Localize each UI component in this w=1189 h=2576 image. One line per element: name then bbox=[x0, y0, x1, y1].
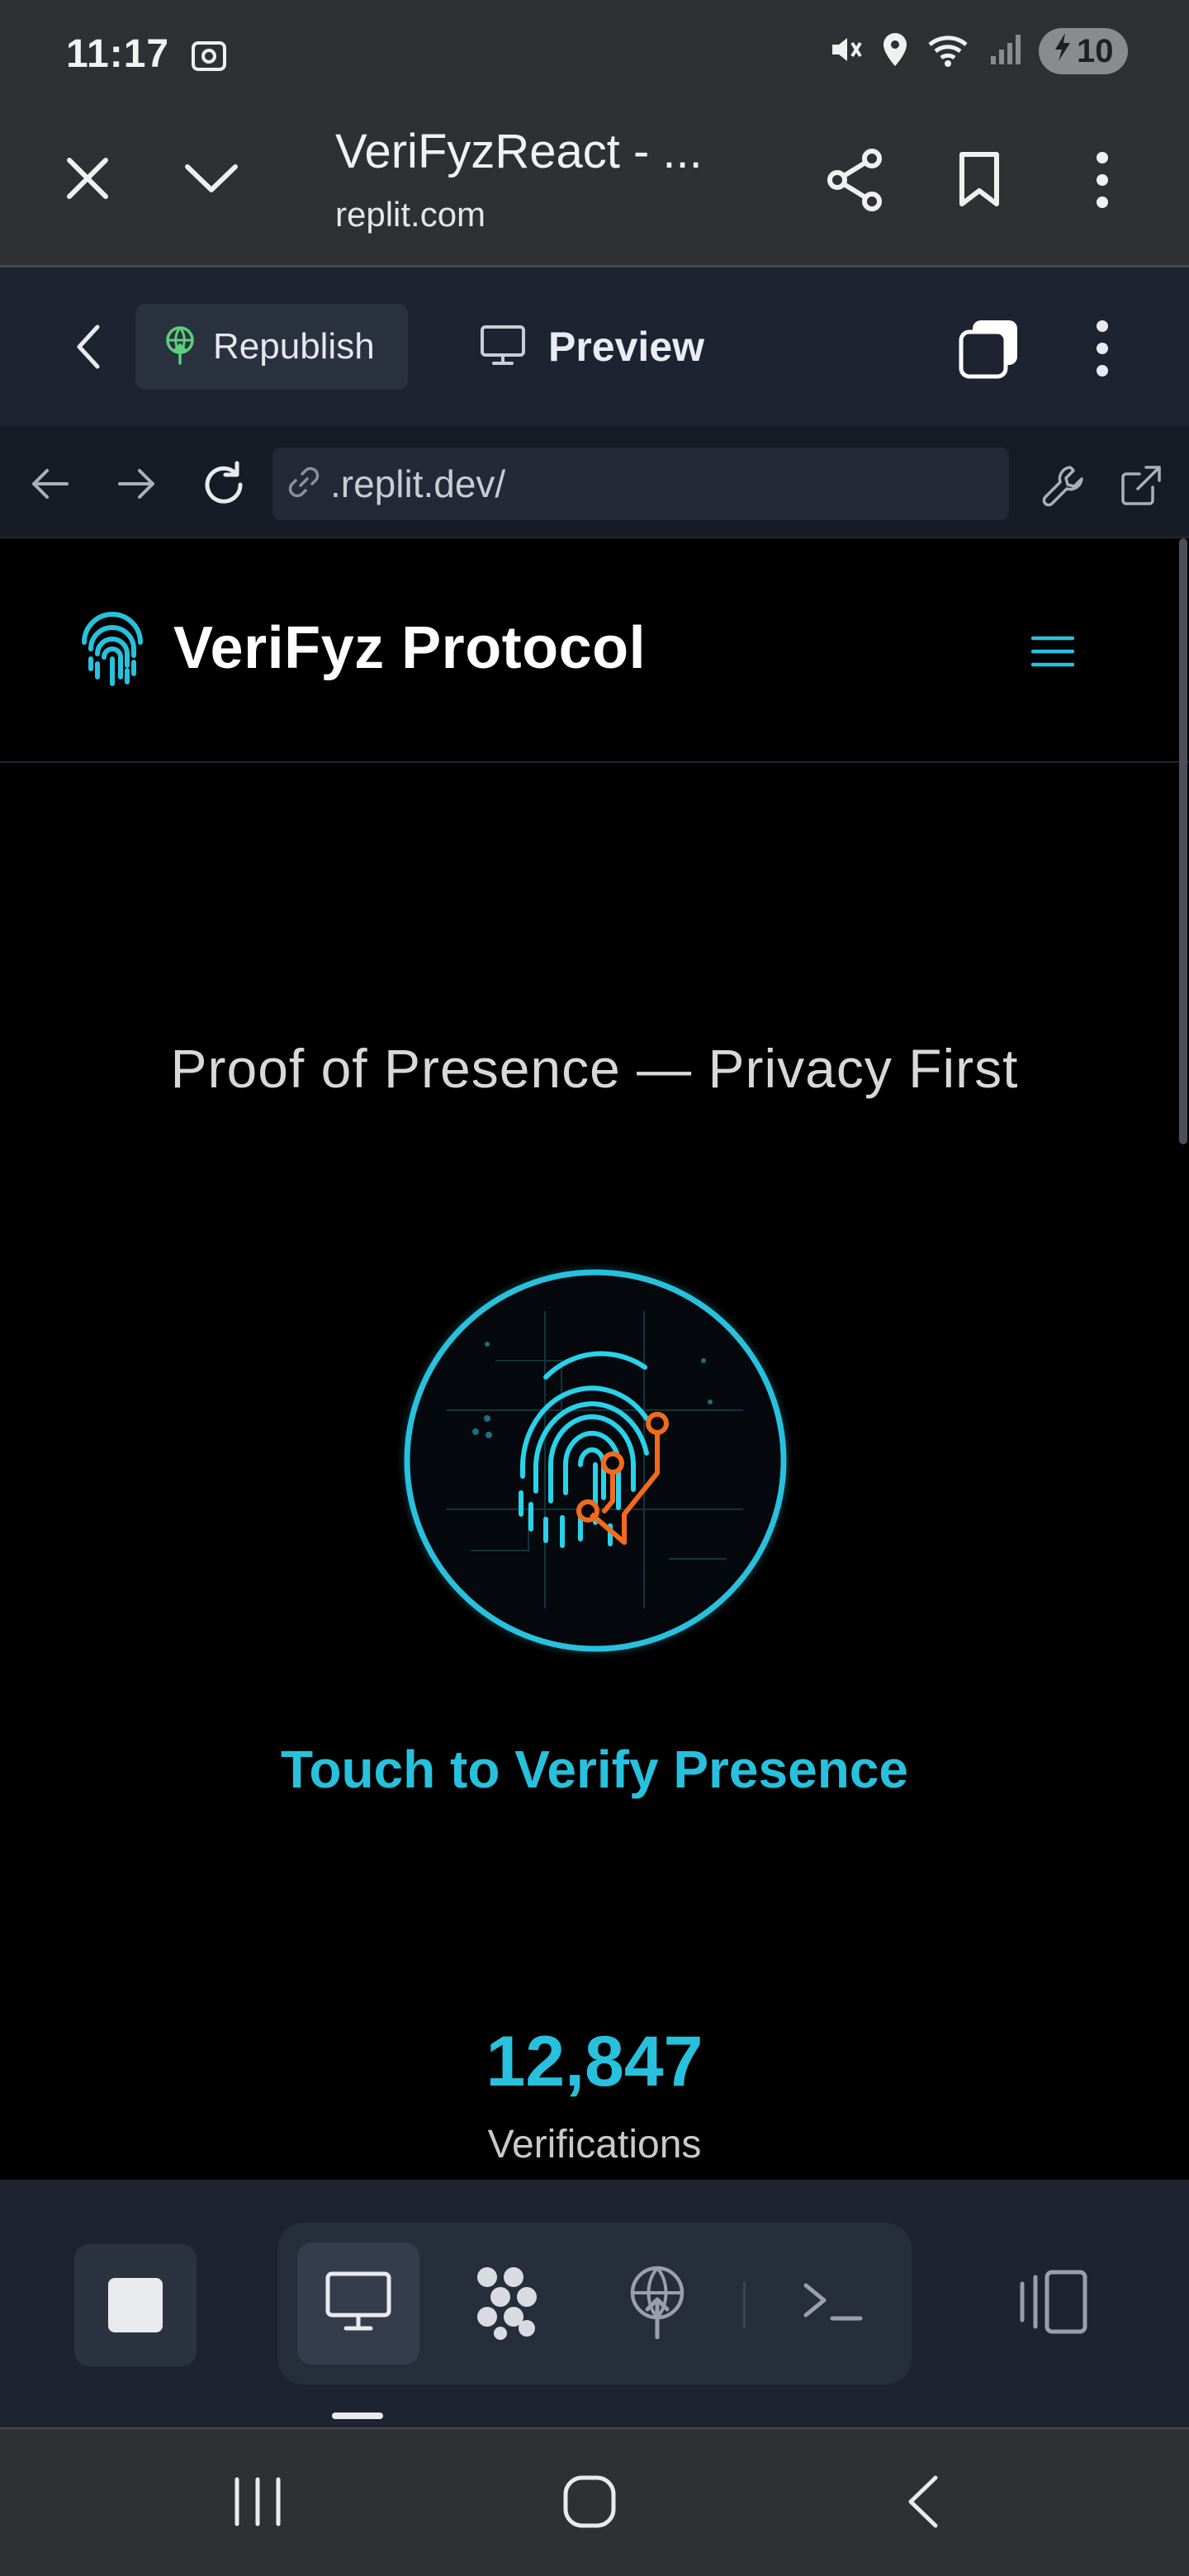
home-icon[interactable] bbox=[540, 2460, 639, 2543]
stop-icon bbox=[108, 2278, 163, 2332]
monitor-icon bbox=[479, 324, 527, 371]
status-time: 11:17 bbox=[66, 32, 170, 76]
close-icon[interactable] bbox=[54, 145, 121, 211]
tabs-icon[interactable] bbox=[956, 315, 1022, 381]
preview-button[interactable]: Preview bbox=[479, 312, 704, 381]
republish-label: Republish bbox=[213, 326, 375, 367]
republish-icon bbox=[162, 325, 198, 369]
url-text: .replit.dev/ bbox=[330, 462, 506, 505]
link-icon bbox=[286, 464, 322, 504]
verify-label[interactable]: Touch to Verify Presence bbox=[0, 1739, 1189, 1800]
screenshot-icon bbox=[188, 35, 230, 80]
layout-panel-icon bbox=[1014, 2269, 1090, 2339]
verify-fingerprint-button[interactable] bbox=[396, 1262, 794, 1660]
fingerprint-logo-icon bbox=[71, 609, 154, 692]
deploy-tab[interactable] bbox=[596, 2242, 718, 2365]
mute-icon bbox=[827, 31, 864, 72]
reload-icon[interactable] bbox=[195, 456, 253, 514]
page-host[interactable]: replit.com bbox=[335, 195, 486, 234]
scrollbar-thumb[interactable] bbox=[1179, 538, 1187, 1144]
url-field[interactable]: .replit.dev/ bbox=[272, 447, 1009, 520]
wrench-icon[interactable] bbox=[1037, 459, 1090, 512]
arrow-back-icon[interactable] bbox=[25, 459, 74, 509]
bookmark-icon[interactable] bbox=[950, 145, 1009, 215]
signal-icon bbox=[988, 31, 1024, 72]
preview-tab[interactable] bbox=[297, 2242, 419, 2365]
battery-charging-icon bbox=[1052, 31, 1073, 71]
app-name[interactable]: VeriFyz Protocol bbox=[173, 614, 646, 682]
verifications-label: Verifications bbox=[487, 2123, 702, 2166]
battery-level: 10 bbox=[1077, 32, 1114, 69]
agent-tab[interactable] bbox=[446, 2242, 568, 2365]
arrow-forward-icon[interactable] bbox=[112, 459, 162, 509]
stop-button[interactable] bbox=[74, 2244, 197, 2366]
hamburger-menu-icon[interactable] bbox=[1027, 631, 1078, 672]
agent-icon bbox=[469, 2264, 545, 2344]
back-chevron-icon[interactable] bbox=[66, 314, 109, 380]
status-icons: 10 bbox=[827, 28, 1128, 74]
verifications-count: 12,847 bbox=[486, 2022, 703, 2101]
status-bar: 11:17 10 bbox=[0, 0, 1189, 111]
wifi-icon bbox=[926, 31, 973, 72]
republish-button[interactable]: Republish bbox=[135, 304, 408, 390]
deploy-icon bbox=[624, 2265, 690, 2343]
preview-monitor-icon bbox=[324, 2271, 392, 2337]
more-vert-icon[interactable] bbox=[1082, 145, 1123, 215]
chevron-down-icon[interactable] bbox=[177, 145, 246, 211]
more-vert-icon[interactable] bbox=[1082, 314, 1123, 383]
recents-icon[interactable] bbox=[208, 2460, 307, 2543]
share-icon[interactable] bbox=[822, 145, 888, 215]
shell-tab[interactable] bbox=[773, 2242, 895, 2365]
preview-label: Preview bbox=[548, 324, 705, 370]
layout-tab[interactable] bbox=[991, 2242, 1113, 2365]
open-external-icon[interactable] bbox=[1115, 459, 1168, 512]
dock-home-indicator bbox=[332, 2413, 383, 2419]
battery-badge: 10 bbox=[1039, 28, 1128, 74]
terminal-icon bbox=[801, 2277, 867, 2331]
page-title[interactable]: VeriFyzReact - ... bbox=[335, 124, 703, 179]
tagline: Proof of Presence — Privacy First bbox=[170, 1038, 1019, 1099]
dock-divider bbox=[743, 2282, 746, 2328]
location-icon bbox=[879, 30, 912, 73]
back-icon[interactable] bbox=[874, 2460, 973, 2543]
